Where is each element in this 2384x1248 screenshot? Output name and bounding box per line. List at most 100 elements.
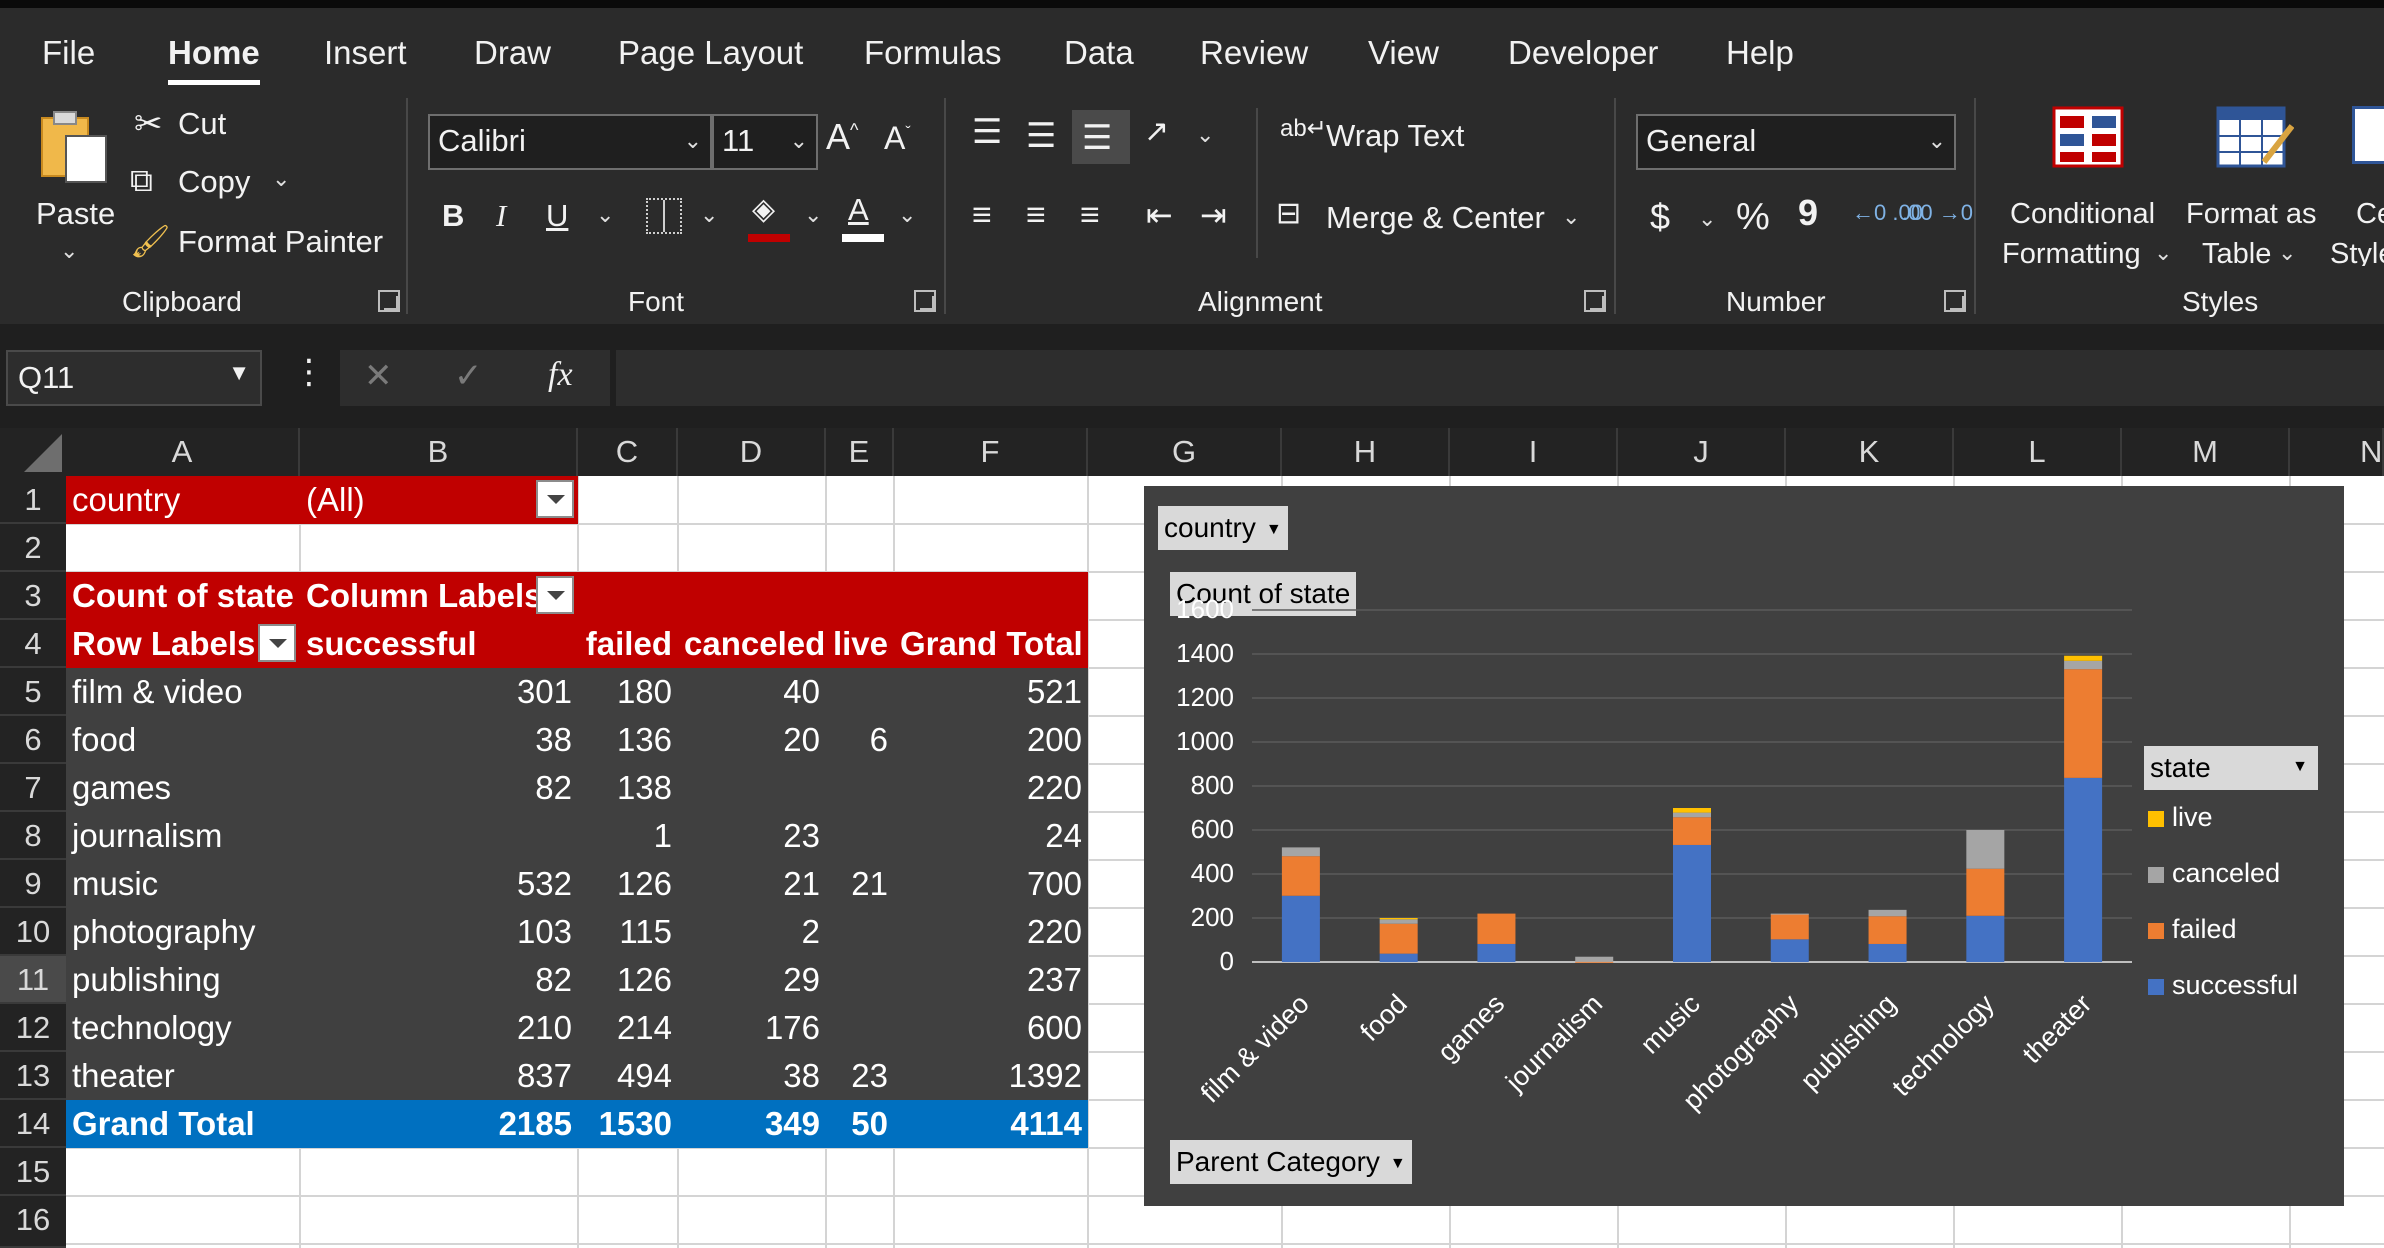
formula-input[interactable] (616, 350, 2384, 406)
tab-formulas[interactable]: Formulas (864, 34, 1002, 72)
column-header-e[interactable]: E (826, 428, 894, 476)
row-header-selected[interactable]: 11 (0, 956, 66, 1004)
font-launcher-icon[interactable] (914, 290, 936, 312)
select-all-icon[interactable] (22, 432, 64, 474)
row-header[interactable]: 6 (0, 716, 66, 764)
merge-center-button[interactable]: ⊟ Merge & Center ⌄ (1276, 196, 1596, 240)
insert-function-icon[interactable]: fx (548, 356, 573, 394)
number-launcher-icon[interactable] (1944, 290, 1966, 312)
pivot-live-value[interactable]: 21 (826, 860, 894, 908)
pivot-canceled-value[interactable]: 20 (678, 716, 826, 764)
pivot-failed-value[interactable]: 180 (578, 668, 678, 716)
row-header[interactable]: 13 (0, 1052, 66, 1100)
chart-bar-failed-3[interactable] (1575, 961, 1614, 963)
chart-bar-canceled-0[interactable] (1281, 847, 1320, 857)
percent-button[interactable]: % (1736, 196, 1770, 239)
chart-bar-failed-4[interactable] (1673, 817, 1711, 845)
pivot-canceled-value[interactable]: 40 (678, 668, 826, 716)
grow-font-button[interactable]: A^ (826, 116, 858, 158)
align-right-icon[interactable]: ≡ (1080, 196, 1100, 235)
column-header-l[interactable]: L (1954, 428, 2122, 476)
row-header[interactable]: 7 (0, 764, 66, 812)
pivot-grand-total-value[interactable]: 600 (894, 1004, 1088, 1052)
pivot-live-value[interactable]: 6 (826, 716, 894, 764)
enter-icon[interactable]: ✓ (454, 356, 483, 396)
chart-bar-successful-1[interactable] (1379, 953, 1418, 962)
tab-help[interactable]: Help (1726, 34, 1794, 72)
pivot-successful-value[interactable]: 210 (300, 1004, 578, 1052)
pivot-failed-value[interactable]: 136 (578, 716, 678, 764)
row-header[interactable]: 12 (0, 1004, 66, 1052)
pivot-row-label[interactable]: photography (66, 908, 300, 956)
pivot-filter-value[interactable]: (All) (300, 476, 540, 524)
chart-bar-failed-0[interactable] (1281, 856, 1320, 896)
chart-bar-canceled-3[interactable] (1575, 956, 1614, 962)
chart-legend-item-successful[interactable]: successful (2148, 970, 2298, 1001)
align-center-icon[interactable]: ≡ (1026, 196, 1046, 235)
filter-dropdown-icon[interactable] (536, 480, 574, 518)
pivot-successful-value[interactable]: 532 (300, 860, 578, 908)
chart-bar-canceled-8[interactable] (2064, 660, 2103, 670)
pivot-canceled-value[interactable]: 29 (678, 956, 826, 1004)
chart-bar-successful-2[interactable] (1477, 943, 1516, 962)
column-header-i[interactable]: I (1450, 428, 1618, 476)
chart-bar-failed-2[interactable] (1477, 913, 1516, 944)
currency-dropdown-icon[interactable]: ⌄ (1698, 206, 1716, 232)
pivot-grand-total-value[interactable]: 200 (894, 716, 1088, 764)
column-header-h[interactable]: H (1282, 428, 1450, 476)
pivot-row-label[interactable]: film & video (66, 668, 300, 716)
font-color-button[interactable]: A (842, 192, 886, 244)
row-header[interactable]: 9 (0, 860, 66, 908)
tab-page-layout[interactable]: Page Layout (618, 34, 803, 72)
pivot-successful-value[interactable]: 82 (300, 956, 578, 1004)
format-painter-button[interactable]: 🖌 Format Painter (130, 222, 383, 266)
decrease-indent-icon[interactable]: ⇤ (1146, 196, 1173, 234)
column-header-f[interactable]: F (894, 428, 1088, 476)
row-header[interactable]: 14 (0, 1100, 66, 1148)
pivot-canceled-value[interactable]: 23 (678, 812, 826, 860)
font-color-dropdown-icon[interactable]: ⌄ (898, 202, 916, 228)
column-header-g[interactable]: G (1088, 428, 1282, 476)
font-size-combo[interactable]: 11 ⌄ (712, 114, 818, 170)
increase-indent-icon[interactable]: ⇥ (1200, 196, 1227, 234)
chart-bar-canceled-4[interactable] (1673, 812, 1711, 818)
pivot-grand-total-value[interactable]: 521 (894, 668, 1088, 716)
chart-bar-canceled-5[interactable] (1770, 913, 1809, 915)
chart-bar-live-4[interactable] (1673, 808, 1711, 813)
row-header[interactable]: 5 (0, 668, 66, 716)
tab-file[interactable]: File (42, 34, 95, 72)
pivot-grand-total-value[interactable]: 237 (894, 956, 1088, 1004)
pivot-row-label[interactable]: music (66, 860, 300, 908)
font-name-combo[interactable]: Calibri ⌄ (428, 114, 712, 170)
row-header[interactable]: 8 (0, 812, 66, 860)
chart-bar-failed-8[interactable] (2064, 669, 2103, 778)
pivot-successful-value[interactable]: 103 (300, 908, 578, 956)
paste-button[interactable]: Paste ⌄ (30, 104, 120, 264)
alignment-launcher-icon[interactable] (1584, 290, 1606, 312)
pivot-successful-value[interactable]: 38 (300, 716, 578, 764)
pivot-row-labels[interactable]: Row Labels (66, 620, 256, 668)
shrink-font-button[interactable]: Aˇ (884, 120, 911, 157)
column-header-a[interactable]: A (66, 428, 300, 476)
tab-insert[interactable]: Insert (324, 34, 407, 72)
tab-draw[interactable]: Draw (474, 34, 551, 72)
clipboard-launcher-icon[interactable] (378, 290, 400, 312)
underline-button[interactable]: U (546, 198, 568, 234)
pivot-row-label[interactable]: technology (66, 1004, 300, 1052)
chart-bar-successful-4[interactable] (1673, 844, 1711, 962)
column-header-k[interactable]: K (1786, 428, 1954, 476)
row-header[interactable]: 3 (0, 572, 66, 620)
align-bottom-button[interactable]: ☰ (1072, 110, 1130, 164)
tab-developer[interactable]: Developer (1508, 34, 1658, 72)
decrease-decimal-button[interactable]: .00 →0 (1902, 200, 1973, 226)
pivot-canceled-value[interactable]: 38 (678, 1052, 826, 1100)
chart-legend-item-canceled[interactable]: canceled (2148, 858, 2280, 889)
pivot-successful-value[interactable]: 837 (300, 1052, 578, 1100)
fill-color-button[interactable]: ◈ (748, 192, 792, 244)
column-header-m[interactable]: M (2122, 428, 2290, 476)
pivot-row-label[interactable]: games (66, 764, 300, 812)
chart-bar-successful-8[interactable] (2064, 777, 2103, 962)
chart-bar-canceled-1[interactable] (1379, 919, 1418, 924)
name-box[interactable]: Q11 ▼ (6, 350, 262, 406)
pivot-row-label[interactable]: theater (66, 1052, 300, 1100)
